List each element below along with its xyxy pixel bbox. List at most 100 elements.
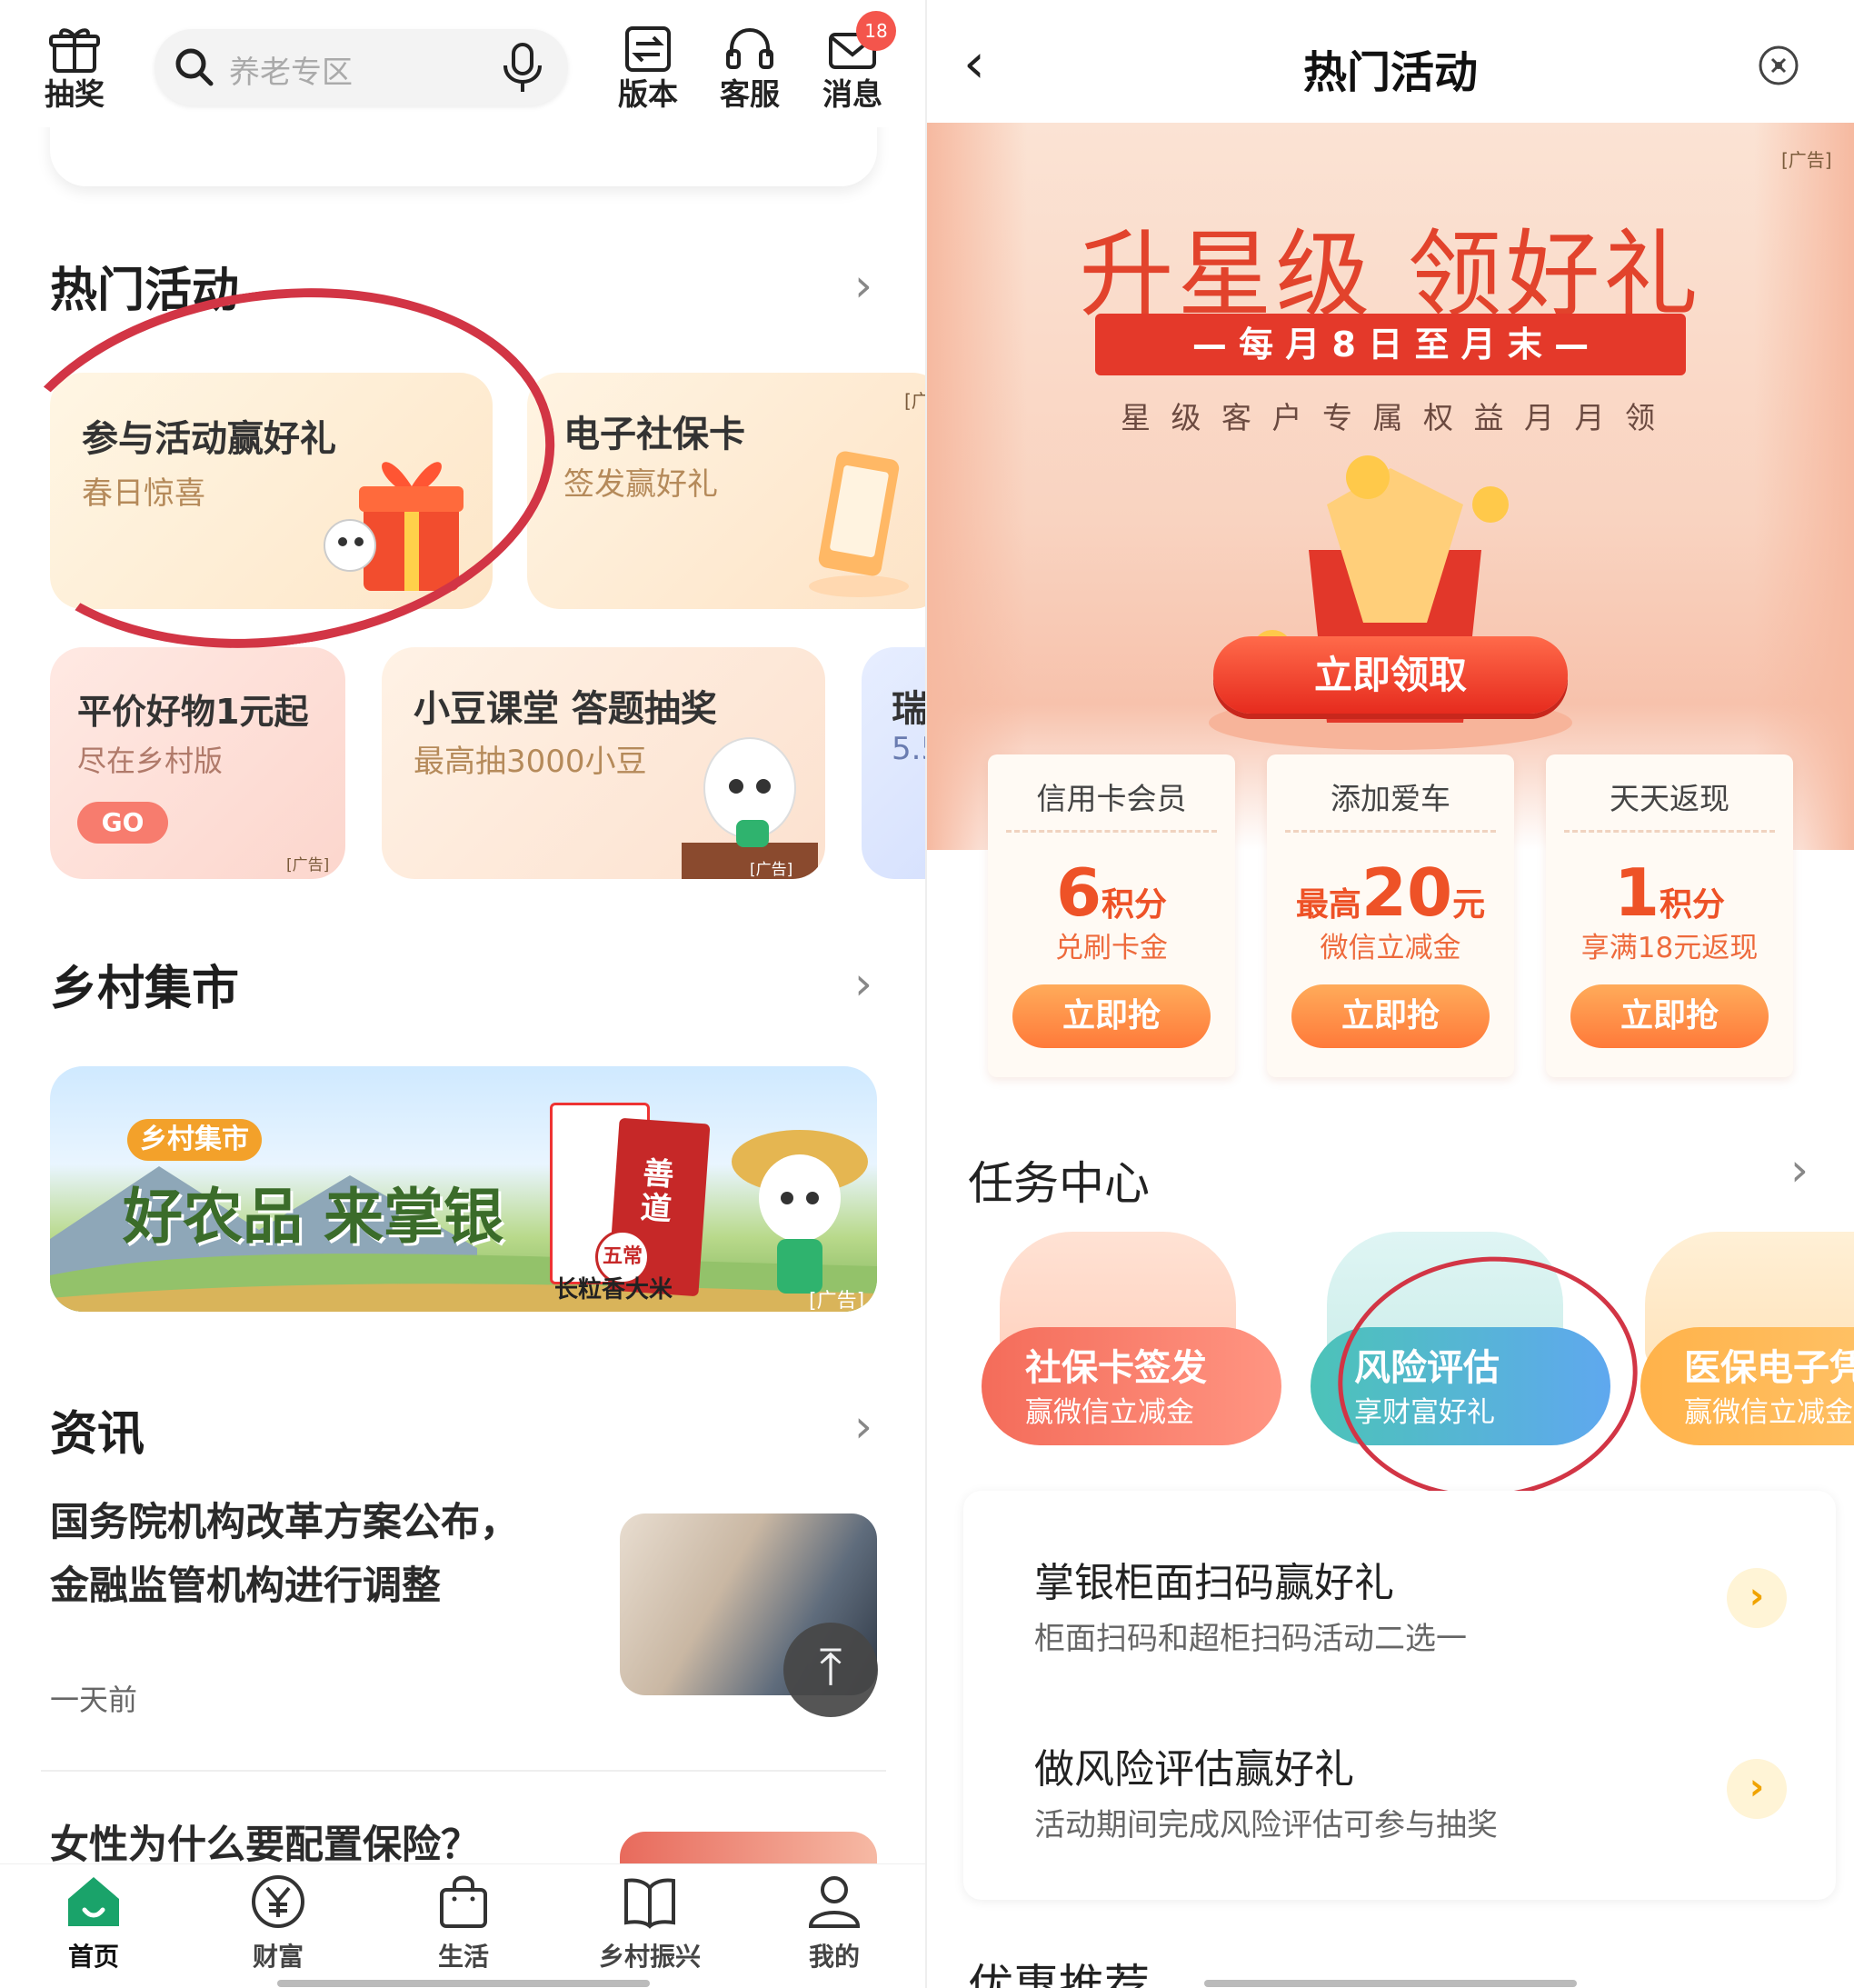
benefit-amount: 1积分 xyxy=(1613,854,1726,931)
yuan-icon xyxy=(252,1875,304,1928)
customer-service-button[interactable]: 客服 xyxy=(709,25,791,113)
activity-card-cheap-goods[interactable]: 平价好物1元起 尽在乡村版 GO [广告] xyxy=(50,647,345,879)
task-list-title: 做风险评估赢好礼 xyxy=(1034,1746,1354,1793)
grab-button[interactable]: 立即抢 xyxy=(1291,984,1490,1048)
task-list-title: 掌银柜面扫码赢好礼 xyxy=(1034,1560,1394,1606)
benefit-amount: 最高20元 xyxy=(1295,854,1486,931)
activity-card-partial[interactable]: 瑞 5.5 xyxy=(862,647,927,879)
phone-card-illustration xyxy=(809,451,909,597)
hot-activities-screen: ‹ 热门活动 [广告] 升星级 领好礼 — 每 月 8 日 至 月 末 — 星 … xyxy=(927,0,1854,1988)
version-button[interactable]: 版本 xyxy=(607,25,689,113)
banner-subline: 星 级 客 户 专 属 权 益 月 月 领 xyxy=(1121,400,1660,435)
nav-home[interactable]: 首页 xyxy=(30,1873,157,1973)
rice-label: 长粒香大米 xyxy=(554,1276,673,1304)
news-headline-line1: 国务院机构改革方案公布， xyxy=(50,1500,519,1545)
task-title: 医保电子凭 xyxy=(1684,1347,1854,1389)
card-title: 瑞 xyxy=(892,688,927,730)
card-subtitle: 最高抽3000小豆 xyxy=(414,744,647,780)
farmer-mascot-illustration xyxy=(732,1130,868,1294)
card-subtitle: 尽在乡村版 xyxy=(77,744,224,778)
nav-label: 生活 xyxy=(437,1942,489,1972)
market-tag: 乡村集市 xyxy=(127,1119,262,1161)
claim-now-button[interactable]: 立即领取 xyxy=(1213,636,1568,714)
ad-tag: [广告] xyxy=(750,861,793,879)
lottery-label: 抽奖 xyxy=(45,76,105,112)
market-banner[interactable]: 乡村集市 好农品 来掌银 善道 五常 长粒香大米 [广告] xyxy=(50,1066,877,1312)
news-more-icon[interactable]: › xyxy=(854,1400,872,1453)
brand-label: 善道 xyxy=(639,1154,675,1228)
nav-label: 乡村振兴 xyxy=(598,1942,701,1972)
grab-button[interactable]: 立即抢 xyxy=(1012,984,1211,1048)
benefit-card-add-car[interactable]: 添加爱车 最高20元 微信立减金 立即抢 xyxy=(1267,754,1514,1077)
task-title: 社保卡签发 xyxy=(1025,1347,1207,1389)
task-medical-insurance[interactable]: 医保电子凭 赢微信立减金 xyxy=(1640,1327,1854,1445)
arrow-up-icon: ⤒ xyxy=(819,1638,842,1697)
task-social-security[interactable]: 社保卡签发 赢微信立减金 xyxy=(982,1327,1281,1445)
news-headline-line2: 金融监管机构进行调整 xyxy=(50,1563,441,1609)
activity-card-social-security[interactable]: 电子社保卡 签发赢好礼 [广 xyxy=(527,373,927,609)
news-divider xyxy=(41,1770,886,1772)
news-item-1[interactable]: 国务院机构改革方案公布， 金融监管机构进行调整 一天前 xyxy=(0,1491,927,1763)
back-to-top-button[interactable]: ⤒ xyxy=(783,1623,878,1717)
benefit-card-cashback[interactable]: 天天返现 1积分 享满18元返现 立即抢 xyxy=(1546,754,1793,1077)
task-list-item[interactable]: 掌银柜面扫码赢好礼 柜面扫码和超柜扫码活动二选一 › xyxy=(963,1491,1836,1695)
benefit-card-credit-card[interactable]: 信用卡会员 6积分 兑刷卡金 立即抢 xyxy=(988,754,1235,1077)
dashed-divider xyxy=(1006,830,1217,833)
market-slogan: 好农品 来掌银 xyxy=(123,1181,503,1252)
task-list-sub: 活动期间完成风险评估可参与抽奖 xyxy=(1034,1807,1498,1843)
dashed-divider xyxy=(1564,830,1775,833)
screenshot-root: 抽奖 养老专区 版本 客服 18 消息 热门活动 › 参与活动赢好礼 春日惊喜 … xyxy=(0,0,1854,1988)
close-mini-program-icon[interactable] xyxy=(1757,44,1800,87)
nav-label: 首页 xyxy=(67,1942,119,1972)
task-list-card: 掌银柜面扫码赢好礼 柜面扫码和超柜扫码活动二选一 › 做风险评估赢好礼 活动期间… xyxy=(963,1491,1836,1900)
message-label: 消息 xyxy=(822,76,882,112)
hot-activities-more-icon[interactable]: › xyxy=(854,259,872,312)
search-input[interactable]: 养老专区 xyxy=(154,29,568,105)
grab-button[interactable]: 立即抢 xyxy=(1570,984,1769,1048)
chevron-right-icon[interactable]: › xyxy=(1727,1568,1787,1628)
news-title: 资讯 xyxy=(50,1407,145,1462)
bottom-navigation: 首页 财富 生活 乡村振兴 我的 xyxy=(0,1863,927,1988)
task-list-item[interactable]: 做风险评估赢好礼 活动期间完成风险评估可参与抽奖 › xyxy=(963,1695,1836,1900)
task-list-sub: 柜面扫码和超柜扫码活动二选一 xyxy=(1034,1621,1467,1657)
home-indicator xyxy=(277,1980,650,1987)
card-title: 电子社保卡 xyxy=(563,414,745,455)
benefit-head: 添加爱车 xyxy=(1331,781,1450,816)
microphone-icon[interactable] xyxy=(500,42,545,95)
market-title: 乡村集市 xyxy=(50,962,240,1016)
promo-banner[interactable]: [广告] 升星级 领好礼 — 每 月 8 日 至 月 末 — 星 级 客 户 专… xyxy=(927,123,1854,850)
benefit-amount: 6积分 xyxy=(1055,854,1168,931)
task-sub: 赢微信立减金 xyxy=(1684,1396,1853,1429)
recommend-title-partial: 优惠推荐 xyxy=(968,1960,1150,1988)
ad-tag: [广 xyxy=(904,390,927,412)
nav-mine[interactable]: 我的 xyxy=(771,1873,898,1973)
nav-wealth[interactable]: 财富 xyxy=(214,1873,342,1973)
page-title: 热门活动 xyxy=(1302,47,1478,98)
benefit-head: 信用卡会员 xyxy=(1036,781,1187,816)
go-button[interactable]: GO xyxy=(77,802,168,844)
lottery-button[interactable]: 抽奖 xyxy=(34,25,115,113)
activity-card-quiz-lottery[interactable]: 小豆课堂 答题抽奖 最高抽3000小豆 [广告] xyxy=(382,647,825,879)
card-subtitle: 签发赢好礼 xyxy=(563,466,718,503)
chevron-right-icon[interactable]: › xyxy=(1727,1759,1787,1819)
benefit-head: 天天返现 xyxy=(1610,781,1729,816)
search-placeholder: 养老专区 xyxy=(229,55,353,91)
banner-ribbon: — 每 月 8 日 至 月 末 — xyxy=(1095,314,1686,375)
card-subtitle: 5.5 xyxy=(892,731,927,767)
task-center-more-icon[interactable]: › xyxy=(1790,1144,1809,1196)
home-icon xyxy=(68,1877,119,1926)
message-button[interactable]: 18 消息 xyxy=(812,11,896,113)
book-icon xyxy=(624,1878,675,1929)
ad-tag: [广告] xyxy=(1781,149,1832,171)
home-screen: 抽奖 养老专区 版本 客服 18 消息 热门活动 › 参与活动赢好礼 春日惊喜 … xyxy=(0,0,927,1988)
gift-icon xyxy=(49,28,100,73)
nav-rural-revitalization[interactable]: 乡村振兴 xyxy=(586,1873,713,1973)
nav-life[interactable]: 生活 xyxy=(400,1873,527,1973)
service-label: 客服 xyxy=(720,76,780,112)
market-more-icon[interactable]: › xyxy=(854,957,872,1010)
card-title: 平价好物1元起 xyxy=(77,692,309,732)
version-switch-icon xyxy=(625,26,671,72)
search-icon xyxy=(175,48,214,86)
dashed-divider xyxy=(1285,830,1496,833)
benefit-sub: 享满18元返现 xyxy=(1580,932,1759,964)
